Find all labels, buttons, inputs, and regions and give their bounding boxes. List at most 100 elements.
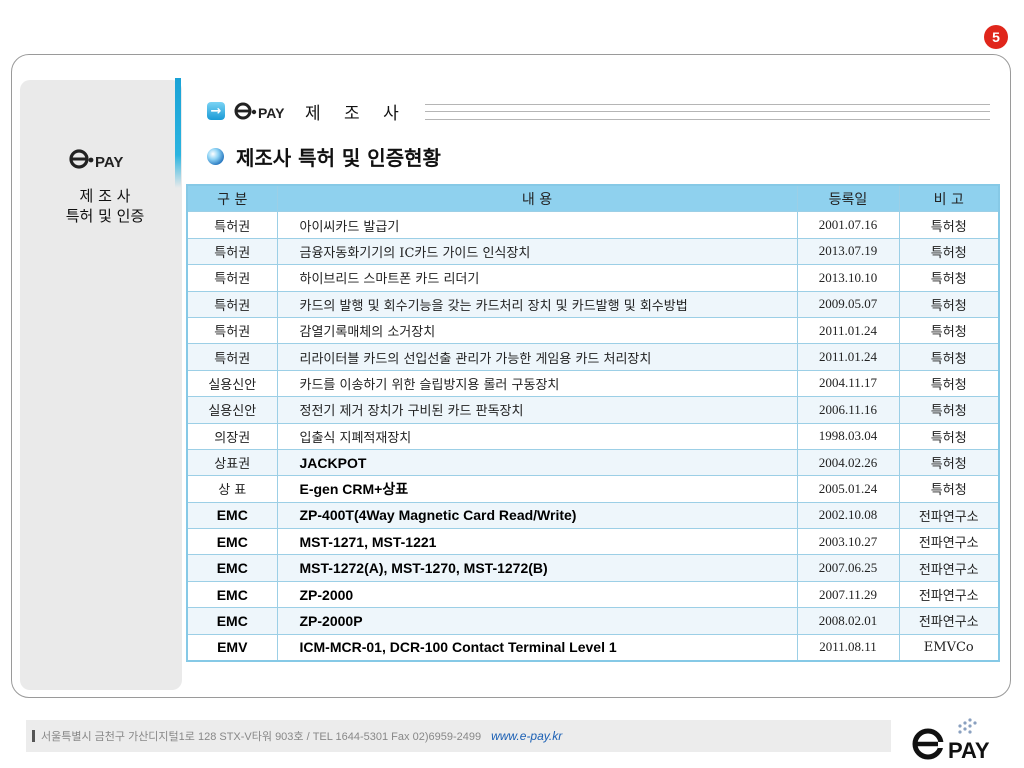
header-rule [425, 104, 990, 120]
row-date: 2011.01.24 [796, 343, 900, 371]
footer-address: 서울특별시 금천구 가산디지털1로 128 STX-V타워 903호 / TEL… [41, 731, 482, 743]
table-row: 상표권 JACKPOT 2004.02.26 특허청 [186, 448, 1000, 477]
header-category: 구 분 [186, 184, 278, 213]
row-content: 금융자동화기기의 IC카드 가이드 인식장치 [276, 237, 798, 266]
svg-text:PAY: PAY [948, 738, 990, 763]
row-category: 특허권 [186, 343, 278, 371]
row-note: 전파연구소 [898, 607, 1000, 635]
arrow-right-icon: → [207, 102, 225, 120]
row-category: 특허권 [186, 211, 278, 239]
table-row: EMC MST-1271, MST-1221 2003.10.27 전파연구소 [186, 528, 1000, 556]
row-note: 특허청 [898, 343, 1000, 371]
row-content: 하이브리드 스마트폰 카드 리더기 [276, 264, 798, 292]
row-date: 2001.07.16 [796, 211, 900, 239]
row-date: 2009.05.07 [796, 290, 900, 318]
table-row: EMC ZP-2000P 2008.02.01 전파연구소 [186, 607, 1000, 635]
row-note: 특허청 [898, 264, 1000, 292]
row-content: 정전기 제거 장치가 구비된 카드 판독장치 [276, 396, 798, 424]
table-row: EMC MST-1272(A), MST-1270, MST-1272(B) 200… [186, 554, 1000, 582]
patent-certification-table: 구 분 내 용 등록일 비 고 특허권 아이씨카드 발급기 2001.07.16 특허… [186, 184, 1000, 663]
row-category: 특허권 [186, 290, 278, 318]
row-content: 아이씨카드 발급기 [276, 211, 798, 239]
footer-url[interactable]: www.e-pay.kr [491, 729, 562, 743]
row-date: 2008.02.01 [796, 607, 900, 635]
row-date: 1998.03.04 [796, 422, 900, 450]
row-date: 2003.10.27 [796, 528, 900, 556]
left-panel-title: 제 조 사 특허 및 인증 [40, 186, 170, 226]
row-date: 2006.11.16 [796, 396, 900, 424]
row-content: MST-1272(A), MST-1270, MST-1272(B) [276, 554, 798, 582]
row-category: 의장권 [186, 422, 278, 450]
header-date: 등록일 [796, 184, 900, 213]
row-note: 특허청 [898, 290, 1000, 318]
table-row: 실용신안 카드를 이송하기 위한 슬립방지용 롤러 구동장치 2004.11.17 특… [186, 369, 1000, 398]
subsection-header: 제조사 특허 및 인증현황 [207, 142, 441, 171]
globe-bullet-icon [207, 148, 224, 165]
table-row: 특허권 카드의 발행 및 회수기능을 갖는 카드처리 장치 및 카드발행 및 회수… [186, 290, 1000, 318]
row-note: 특허청 [898, 369, 1000, 398]
row-date: 2005.01.24 [796, 475, 900, 503]
row-date: 2011.01.24 [796, 316, 900, 345]
row-date: 2007.06.25 [796, 554, 900, 582]
row-category: EMC [186, 580, 278, 609]
page-number-badge: 5 [984, 25, 1008, 49]
row-note: 전파연구소 [898, 554, 1000, 582]
table-row: 특허권 리라이터블 카드의 선입선출 관리가 가능한 게임용 카드 처리장치 201… [186, 343, 1000, 371]
left-title-line2: 특허 및 인증 [65, 207, 145, 225]
row-category: EMC [186, 607, 278, 635]
table-row: EMV ICM-MCR-01, DCR-100 Contact Terminal … [186, 633, 1000, 662]
section-title: 제 조 사 [305, 103, 408, 124]
section-header: → PAY 제 조 사 [207, 98, 408, 124]
row-content: ZP-2000P [276, 607, 798, 635]
table-row: EMC ZP-400T(4Way Magnetic Card Read/Write… [186, 501, 1000, 530]
row-content: ICM-MCR-01, DCR-100 Contact Terminal Lev… [276, 633, 798, 662]
row-category: EMV [186, 633, 278, 662]
row-date: 2013.10.10 [796, 264, 900, 292]
row-category: EMC [186, 528, 278, 556]
row-category: EMC [186, 554, 278, 582]
row-date: 2002.10.08 [796, 501, 900, 530]
row-note: 전파연구소 [898, 580, 1000, 609]
row-note: 특허청 [898, 316, 1000, 345]
row-category: 실용신안 [186, 396, 278, 424]
row-date: 2004.02.26 [796, 448, 900, 477]
accent-bar [175, 78, 181, 188]
row-note: 특허청 [898, 211, 1000, 239]
table-row: 특허권 아이씨카드 발급기 2001.07.16 특허청 [186, 211, 1000, 239]
row-note: EMVCo [898, 633, 1000, 662]
row-note: 특허청 [898, 475, 1000, 503]
svg-text:PAY: PAY [258, 105, 285, 121]
row-date: 2011.08.11 [796, 633, 900, 662]
row-note: 전파연구소 [898, 528, 1000, 556]
row-category: 특허권 [186, 237, 278, 266]
row-note: 특허청 [898, 422, 1000, 450]
epay-logo: PAY [69, 149, 123, 171]
table-row: 실용신안 정전기 제거 장치가 구비된 카드 판독장치 2006.11.16 특허청 [186, 396, 1000, 424]
header-content: 내 용 [276, 184, 798, 213]
row-content: 카드의 발행 및 회수기능을 갖는 카드처리 장치 및 카드발행 및 회수방법 [276, 290, 798, 318]
row-date: 2013.07.19 [796, 237, 900, 266]
table-row: 특허권 하이브리드 스마트폰 카드 리더기 2013.10.10 특허청 [186, 264, 1000, 292]
epay-header-logo: PAY [234, 102, 285, 121]
row-date: 2004.11.17 [796, 369, 900, 398]
row-content: E-gen CRM+상표 [276, 475, 798, 503]
table-header-row: 구 분 내 용 등록일 비 고 [186, 184, 1000, 213]
subsection-title: 제조사 특허 및 인증현황 [236, 146, 441, 170]
row-content: JACKPOT [276, 448, 798, 477]
row-content: MST-1271, MST-1221 [276, 528, 798, 556]
header-note: 비 고 [898, 184, 1000, 213]
table-row: 특허권 금융자동화기기의 IC카드 가이드 인식장치 2013.07.19 특허청 [186, 237, 1000, 266]
row-note: 전파연구소 [898, 501, 1000, 530]
row-content: 입출식 지폐적재장치 [276, 422, 798, 450]
table-row: 특허권 감열기록매체의 소거장치 2011.01.24 특허청 [186, 316, 1000, 345]
left-title-line1: 제 조 사 [79, 187, 131, 205]
table-row: 의장권 입출식 지폐적재장치 1998.03.04 특허청 [186, 422, 1000, 450]
table-row: 상 표 E-gen CRM+상표 2005.01.24 특허청 [186, 475, 1000, 503]
row-category: EMC [186, 501, 278, 530]
table-row: EMC ZP-2000 2007.11.29 전파연구소 [186, 580, 1000, 609]
row-date: 2007.11.29 [796, 580, 900, 609]
row-note: 특허청 [898, 448, 1000, 477]
row-category: 상표권 [186, 448, 278, 477]
footer-bar: 서울특별시 금천구 가산디지털1로 128 STX-V타워 903호 / TEL… [26, 720, 891, 752]
row-content: 리라이터블 카드의 선입선출 관리가 가능한 게임용 카드 처리장치 [276, 343, 798, 371]
